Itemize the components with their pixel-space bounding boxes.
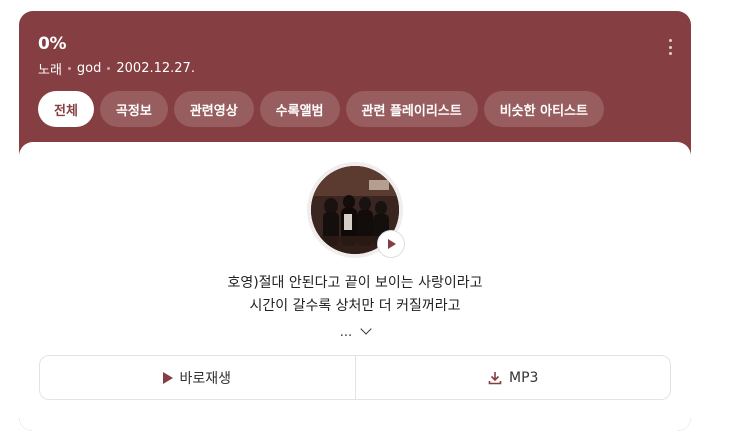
song-title[interactable]: 0% bbox=[38, 34, 67, 54]
song-card: 0% 노래 god 2002.12.27. 전체 곡정보 관련영상 수록앨범 관… bbox=[19, 11, 691, 431]
tab-similar-artists[interactable]: 비슷한 아티스트 bbox=[483, 91, 604, 127]
separator-dot bbox=[107, 67, 111, 70]
play-now-button[interactable]: 바로재생 bbox=[40, 356, 355, 399]
content-panel: 호영)절대 안된다고 끝이 보이는 사랑이라고 시간이 갈수록 상처만 더 커질… bbox=[19, 142, 691, 431]
tab-albums[interactable]: 수록앨범 bbox=[259, 91, 340, 127]
tab-bar: 전체 곡정보 관련영상 수록앨범 관련 플레이리스트 비슷한 아티스트 bbox=[38, 91, 604, 127]
song-artist[interactable]: god bbox=[77, 61, 101, 76]
play-icon bbox=[163, 371, 174, 384]
lyrics-expand-button[interactable]: ... bbox=[19, 323, 691, 340]
tab-related-videos[interactable]: 관련영상 bbox=[173, 91, 254, 127]
album-cover-wrap bbox=[307, 162, 405, 258]
more-vertical-icon[interactable] bbox=[667, 39, 673, 55]
download-icon bbox=[488, 371, 502, 384]
play-icon[interactable] bbox=[377, 230, 405, 258]
lyrics-line: 시간이 갈수록 상처만 더 커질꺼라고 bbox=[249, 298, 461, 314]
action-bar: 바로재생 MP3 bbox=[39, 355, 671, 400]
song-meta: 노래 god 2002.12.27. bbox=[38, 59, 195, 78]
tab-song-info[interactable]: 곡정보 bbox=[99, 91, 168, 127]
mp3-label: MP3 bbox=[509, 369, 539, 386]
mp3-download-button[interactable]: MP3 bbox=[354, 356, 671, 399]
release-date: 2002.12.27. bbox=[116, 61, 195, 76]
tab-all[interactable]: 전체 bbox=[38, 91, 94, 127]
lyrics-line: 호영)절대 안된다고 끝이 보이는 사랑이라고 bbox=[227, 275, 483, 291]
play-now-label: 바로재생 bbox=[179, 370, 232, 387]
song-type: 노래 bbox=[38, 63, 62, 78]
ellipsis-text: ... bbox=[339, 325, 353, 340]
separator-dot bbox=[67, 67, 71, 70]
chevron-down-icon bbox=[360, 323, 372, 335]
tab-related-playlists[interactable]: 관련 플레이리스트 bbox=[345, 91, 478, 127]
